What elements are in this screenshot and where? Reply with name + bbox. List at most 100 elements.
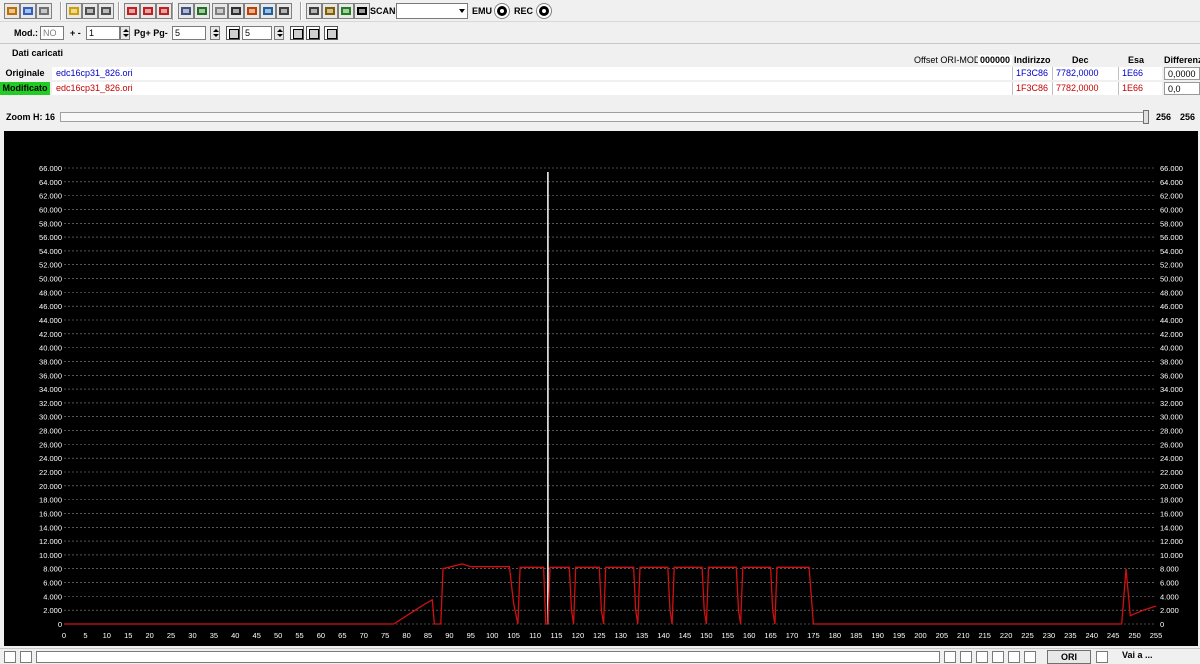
page-stepper[interactable] (210, 26, 220, 40)
x-tick-label: 185 (850, 631, 863, 640)
status-box-5[interactable] (976, 651, 988, 663)
folder-button[interactable] (66, 3, 82, 19)
person-button[interactable] (322, 3, 338, 19)
window-button[interactable] (306, 3, 322, 19)
y-tick-label-left: 44.000 (39, 316, 62, 325)
horizontal-scrollbar[interactable] (36, 651, 940, 663)
x-tick-label: 60 (317, 631, 325, 640)
page-view-button[interactable] (226, 26, 240, 40)
y-tick-label-right: 62.000 (1160, 192, 1183, 201)
binoculars-button[interactable] (276, 3, 292, 19)
y-tick-label-right: 64.000 (1160, 178, 1183, 187)
y-tick-label-right: 20.000 (1160, 482, 1183, 491)
offset-label: Offset ORI-MOD (914, 55, 981, 65)
original-label: Originale (5, 68, 45, 78)
status-box-8[interactable] (1024, 651, 1036, 663)
home-button[interactable] (4, 3, 20, 19)
status-box-4[interactable] (960, 651, 972, 663)
status-box-2[interactable] (20, 651, 32, 663)
y-tick-label-right: 42.000 (1160, 330, 1183, 339)
chart-icon (263, 7, 273, 15)
x-tick-label: 80 (402, 631, 410, 640)
stop-icon (85, 7, 95, 15)
y-tick-label-right: 24.000 (1160, 454, 1183, 463)
map-icon (143, 7, 153, 15)
x-tick-label: 150 (700, 631, 713, 640)
emu-record-button[interactable] (494, 3, 510, 19)
gear-button[interactable] (194, 3, 210, 19)
x-tick-label: 175 (807, 631, 820, 640)
address-header: Indirizzo (1014, 55, 1051, 65)
hex-header: Esa (1128, 55, 1145, 65)
chart-button[interactable] (260, 3, 276, 19)
page-label: Pg+ Pg- (134, 28, 168, 38)
scan-label: SCAN (370, 6, 396, 16)
x-tick-label: 170 (786, 631, 799, 640)
step-input[interactable]: 1 (86, 26, 120, 40)
chevron-down-icon (459, 9, 465, 13)
run-button[interactable] (338, 3, 354, 19)
x-tick-label: 140 (657, 631, 670, 640)
page-input[interactable]: 5 (172, 26, 206, 40)
modified-hex: 1E66 (1118, 82, 1162, 95)
x-tick-label: 115 (550, 631, 562, 640)
table-button[interactable] (156, 3, 172, 19)
step-stepper[interactable] (120, 26, 130, 40)
y-tick-label-right: 40.000 (1160, 344, 1183, 353)
open-file-button[interactable] (20, 3, 36, 19)
map-button[interactable] (140, 3, 156, 19)
x-tick-label: 160 (743, 631, 756, 640)
view-mode-1-button[interactable] (290, 26, 304, 40)
extra-stepper[interactable] (274, 26, 284, 40)
zoom-slider-handle[interactable] (1143, 110, 1149, 124)
y-tick-label-left: 30.000 (39, 413, 62, 422)
view-mode-3-button[interactable] (324, 26, 338, 40)
y-tick-label-right: 16.000 (1160, 509, 1183, 518)
status-box-3[interactable] (944, 651, 956, 663)
y-tick-label-right: 14.000 (1160, 523, 1183, 532)
rec-button[interactable] (536, 3, 552, 19)
view-mode-2-button[interactable] (306, 26, 320, 40)
y-tick-label-left: 24.000 (39, 454, 62, 463)
toolbar-separator (118, 2, 120, 20)
x-tick-label: 35 (210, 631, 218, 640)
y-tick-label-left: 60.000 (39, 205, 62, 214)
scan-dropdown[interactable] (396, 3, 468, 19)
y-tick-label-right: 28.000 (1160, 427, 1183, 436)
save-icon (39, 7, 49, 15)
chart-svg[interactable]: 0 02.000 2.0004.000 4.0006.000 6.0008.000 8.0… (4, 131, 1198, 646)
status-box-6[interactable] (992, 651, 1004, 663)
record-button[interactable] (354, 3, 370, 19)
offset-value: 000000 (978, 55, 1013, 65)
hand-icon (215, 7, 225, 15)
status-box-1[interactable] (4, 651, 16, 663)
mod-field[interactable]: NO (40, 26, 64, 40)
checklist-icon (127, 7, 137, 15)
x-tick-label: 190 (871, 631, 884, 640)
y-tick-label-right: 58.000 (1160, 219, 1183, 228)
export-button[interactable] (244, 3, 260, 19)
sum-button[interactable] (228, 3, 244, 19)
modified-address: 1F3C86 (1012, 82, 1052, 95)
y-tick-label-left: 52.000 (39, 261, 62, 270)
extra-input[interactable]: 5 (242, 26, 272, 40)
x-tick-label: 125 (593, 631, 606, 640)
goto-label[interactable]: Vai a ... (1122, 650, 1153, 660)
y-tick-label-right: 6.000 (1160, 579, 1179, 588)
stop-button[interactable] (82, 3, 98, 19)
checklist-button[interactable] (124, 3, 140, 19)
y-tick-label-right: 54.000 (1160, 247, 1183, 256)
folder-icon (69, 7, 79, 15)
hand-button[interactable] (212, 3, 228, 19)
status-box-7[interactable] (1008, 651, 1020, 663)
zoom-slider-track[interactable] (60, 112, 1145, 122)
y-tick-label-right: 46.000 (1160, 302, 1183, 311)
y-tick-label-right: 44.000 (1160, 316, 1183, 325)
stop-alt-button[interactable] (98, 3, 114, 19)
copy-button[interactable] (178, 3, 194, 19)
status-box-9[interactable] (1096, 651, 1108, 663)
ori-button[interactable]: ORI (1047, 650, 1091, 664)
save-button[interactable] (36, 3, 52, 19)
x-tick-label: 20 (145, 631, 153, 640)
map-chart[interactable]: 0 0 2.000 2.000 4.000 4.000 6.000 6.000 8.000 8.0… (4, 131, 1198, 646)
